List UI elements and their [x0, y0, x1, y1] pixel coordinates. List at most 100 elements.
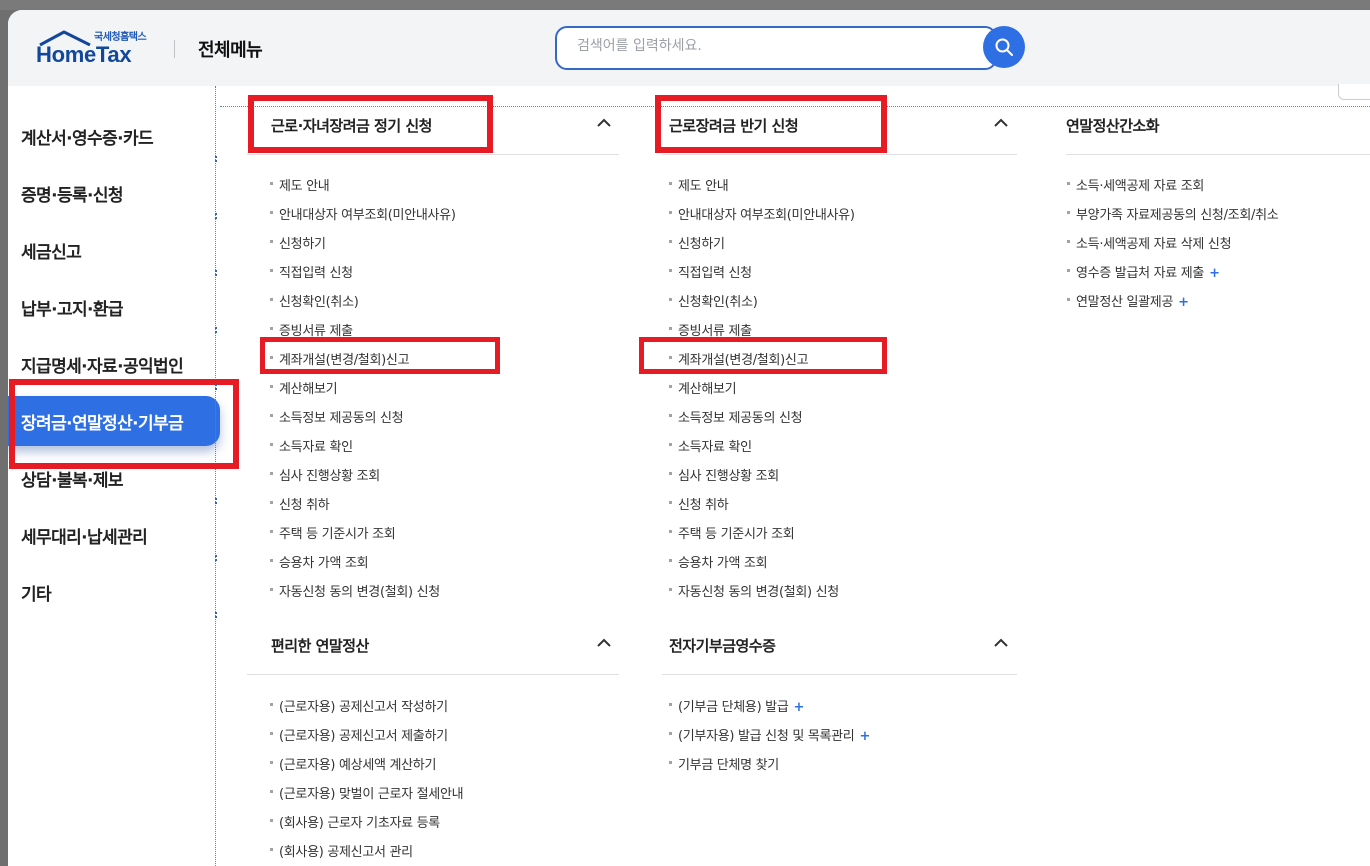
menu-link-label: 소득·세액공제 자료 조회 — [1076, 179, 1205, 194]
menu-link[interactable]: 연말정산 일괄제공 + — [1067, 291, 1189, 310]
menu-link-label: 신청 취하 — [678, 498, 729, 513]
menu-link[interactable]: 주택 등 기준시가 조회 — [269, 523, 396, 542]
sidebar-item-statement[interactable]: 지급명세·자료·공익법인 — [21, 352, 184, 377]
menu-link-label: 신청확인(취소) — [678, 295, 758, 310]
section-title-year-end-simplified[interactable]: 연말정산간소화 — [1066, 115, 1160, 136]
menu-link[interactable]: 신청하기 — [270, 233, 326, 252]
menu-link[interactable]: 기부금 단체명 찾기 — [669, 754, 779, 773]
menu-link[interactable]: 소득·세액공제 자료 삭제 신청 — [1066, 233, 1232, 252]
expand-plus-icon[interactable]: + — [1178, 295, 1189, 310]
menu-link-label: 영수증 발급처 자료 제출 — [1076, 266, 1205, 281]
menu-link-label: 소득자료 확인 — [279, 440, 353, 455]
sidebar-item-payment[interactable]: 납부·고지·환급 — [21, 295, 124, 320]
sidebar-item-certificate[interactable]: 증명·등록·신청 — [21, 181, 124, 206]
expand-plus-icon[interactable]: + — [859, 729, 870, 744]
sidebar-item-consultation[interactable]: 상담·불복·제보 — [21, 466, 124, 491]
chevron-up-icon[interactable] — [597, 118, 611, 128]
menu-link[interactable]: 부양가족 자료제공동의 신청/조회/취소 — [1066, 204, 1279, 223]
top-strip — [0, 0, 1370, 10]
menu-link[interactable]: 소득정보 제공동의 신청 — [668, 407, 803, 426]
menu-link[interactable]: 소득·세액공제 자료 조회 — [1066, 175, 1205, 194]
menu-link-label: 신청하기 — [678, 237, 725, 252]
menu-link[interactable]: 제도 안내 — [668, 175, 729, 194]
menu-link[interactable]: 심사 진행상황 조회 — [270, 465, 380, 484]
menu-link-label: (근로자용) 예상세액 계산하기 — [279, 758, 437, 773]
corner-tab — [1338, 84, 1370, 100]
menu-link[interactable]: 신청하기 — [669, 233, 725, 252]
menu-link-label: 계좌개설(변경/철회)신고 — [678, 353, 809, 368]
divider-tick — [215, 327, 217, 333]
chevron-up-icon[interactable] — [994, 638, 1008, 648]
chevron-up-icon[interactable] — [597, 638, 611, 648]
logo-subtitle: 국세청홈택스 — [94, 32, 147, 43]
menu-link[interactable]: 신청확인(취소) — [669, 291, 758, 310]
menu-link-label: 증빙서류 제출 — [678, 324, 752, 339]
menu-link[interactable]: 안내대상자 여부조회(미안내사유) — [669, 204, 855, 223]
menu-link[interactable]: 신청 취하 — [668, 494, 729, 513]
expand-plus-icon[interactable]: + — [1209, 266, 1220, 281]
section-divider — [1066, 154, 1370, 155]
menu-link[interactable]: (근로자용) 예상세액 계산하기 — [269, 754, 437, 773]
menu-link[interactable]: 직접입력 신청 — [669, 262, 752, 281]
menu-link[interactable]: (근로자용) 맞벌이 근로자 절세안내 — [269, 783, 464, 802]
menu-link[interactable]: 자동신청 동의 변경(철회) 신청 — [669, 581, 839, 600]
menu-link[interactable]: (근로자용) 공제신고서 작성하기 — [270, 696, 448, 715]
menu-link[interactable]: 승용차 가액 조회 — [668, 552, 768, 571]
menu-link-label: 부양가족 자료제공동의 신청/조회/취소 — [1076, 208, 1279, 223]
menu-link-label: 기부금 단체명 찾기 — [678, 758, 779, 773]
search-input[interactable] — [577, 38, 957, 54]
menu-link[interactable]: 증빙서류 제출 — [270, 320, 353, 339]
menu-link[interactable]: 승용차 가액 조회 — [269, 552, 369, 571]
menu-link-label: 소득자료 확인 — [678, 440, 752, 455]
menu-link[interactable]: 안내대상자 여부조회(미안내사유) — [270, 204, 456, 223]
menu-link[interactable]: 계좌개설(변경/철회)신고 — [668, 349, 809, 368]
divider-tick — [215, 270, 217, 276]
menu-link[interactable]: 주택 등 기준시가 조회 — [668, 523, 795, 542]
menu-link-label: 소득·세액공제 자료 삭제 신청 — [1076, 237, 1232, 252]
chevron-up-icon[interactable] — [994, 118, 1008, 128]
menu-link-label: 안내대상자 여부조회(미안내사유) — [678, 208, 855, 223]
menu-link-label: (회사용) 근로자 기초자료 등록 — [279, 816, 440, 831]
menu-link[interactable]: 신청확인(취소) — [270, 291, 359, 310]
menu-link[interactable]: 심사 진행상황 조회 — [669, 465, 779, 484]
menu-link[interactable]: (회사용) 근로자 기초자료 등록 — [270, 812, 440, 831]
menu-link[interactable]: 소득자료 확인 — [270, 436, 353, 455]
expand-plus-icon[interactable]: + — [794, 700, 805, 715]
menu-link[interactable]: 증빙서류 제출 — [669, 320, 752, 339]
divider-tick — [215, 156, 217, 162]
menu-link-label: (기부자용) 발급 신청 및 목록관리 — [678, 729, 855, 744]
sidebar-item-agent[interactable]: 세무대리·납세관리 — [21, 523, 148, 548]
menu-link[interactable]: (기부금 단체용) 발급 + — [668, 696, 805, 715]
sidebar-item-invoice[interactable]: 계산서·영수증·카드 — [21, 124, 154, 149]
menu-link[interactable]: (근로자용) 공제신고서 제출하기 — [270, 725, 448, 744]
highlight-box-sidebar — [9, 379, 239, 469]
menu-link[interactable]: 계산해보기 — [668, 378, 737, 397]
menu-link[interactable]: 제도 안내 — [269, 175, 330, 194]
menu-link-label: 심사 진행상황 조회 — [279, 469, 380, 484]
menu-link[interactable]: (기부자용) 발급 신청 및 목록관리 + — [668, 725, 870, 744]
sidebar-item-etc[interactable]: 기타 — [21, 580, 52, 605]
menu-link-label: 안내대상자 여부조회(미안내사유) — [279, 208, 456, 223]
menu-link[interactable]: 직접입력 신청 — [270, 262, 353, 281]
menu-link-label: (기부금 단체용) 발급 — [678, 700, 789, 715]
section-title-convenient-year-end[interactable]: 편리한 연말정산 — [271, 635, 369, 656]
search-box — [555, 26, 997, 70]
menu-link[interactable]: 계좌개설(변경/철회)신고 — [269, 349, 410, 368]
search-button[interactable] — [983, 26, 1025, 68]
section-title-donation-receipt[interactable]: 전자기부금영수증 — [669, 635, 776, 656]
menu-link[interactable]: 소득정보 제공동의 신청 — [269, 407, 404, 426]
menu-link[interactable]: 계산해보기 — [269, 378, 338, 397]
menu-link-label: 주택 등 기준시가 조회 — [279, 527, 396, 542]
menu-link-label: 신청확인(취소) — [279, 295, 359, 310]
section-divider — [662, 674, 1017, 675]
menu-link[interactable]: 영수증 발급처 자료 제출 + — [1067, 262, 1220, 281]
menu-link-label: 승용차 가액 조회 — [279, 556, 369, 571]
hometax-logo[interactable]: 국세청홈택스 HomeTax — [36, 28, 161, 72]
divider-tick — [215, 213, 217, 219]
sidebar-item-tax-return[interactable]: 세금신고 — [21, 238, 82, 263]
menu-link[interactable]: 신청 취하 — [269, 494, 330, 513]
menu-link[interactable]: (회사용) 공제신고서 관리 — [270, 841, 413, 860]
menu-link[interactable]: 자동신청 동의 변경(철회) 신청 — [270, 581, 440, 600]
menu-link[interactable]: 소득자료 확인 — [669, 436, 752, 455]
menu-link-label: 소득정보 제공동의 신청 — [678, 411, 803, 426]
